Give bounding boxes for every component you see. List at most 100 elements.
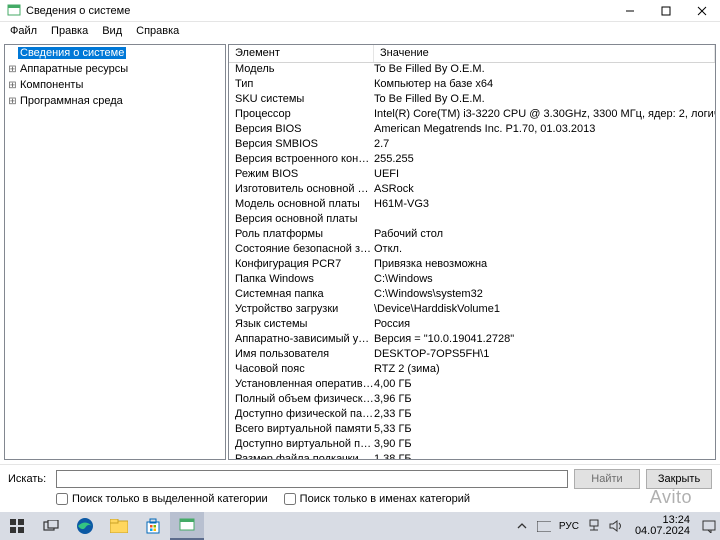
row-value: DESKTOP-7OPS5FH\1 — [374, 348, 715, 363]
start-button[interactable] — [0, 512, 34, 540]
row-key: Тип — [229, 78, 374, 93]
col-value[interactable]: Значение — [374, 45, 715, 62]
table-row[interactable]: Изготовитель основной платыASRock — [229, 183, 715, 198]
row-key: Доступно виртуальной памяти — [229, 438, 374, 453]
row-key: Версия SMBIOS — [229, 138, 374, 153]
table-row[interactable]: Состояние безопасной загруз...Откл. — [229, 243, 715, 258]
expander-icon[interactable]: ⊞ — [7, 64, 18, 75]
table-row[interactable]: Имя пользователяDESKTOP-7OPS5FH\1 — [229, 348, 715, 363]
table-row[interactable]: Версия SMBIOS2.7 — [229, 138, 715, 153]
row-value: 2.7 — [374, 138, 715, 153]
search-input[interactable] — [56, 470, 568, 488]
network-icon[interactable] — [587, 519, 601, 533]
row-value: UEFI — [374, 168, 715, 183]
checkbox-input[interactable] — [284, 493, 296, 505]
table-row[interactable]: Системная папкаC:\Windows\system32 — [229, 288, 715, 303]
row-value: ASRock — [374, 183, 715, 198]
tree-item-software[interactable]: ⊞ Программная среда — [5, 93, 225, 109]
window-title: Сведения о системе — [26, 5, 612, 17]
row-key: Часовой пояс — [229, 363, 374, 378]
table-row[interactable]: Установленная оперативная п...4,00 ГБ — [229, 378, 715, 393]
menu-edit[interactable]: Правка — [45, 24, 94, 38]
row-value: Компьютер на базе x64 — [374, 78, 715, 93]
titlebar: Сведения о системе — [0, 0, 720, 22]
checkbox-category-names[interactable]: Поиск только в именах категорий — [284, 493, 470, 505]
explorer-icon[interactable] — [102, 512, 136, 540]
table-row[interactable]: SKU системыTo Be Filled By O.E.M. — [229, 93, 715, 108]
row-value: 1,38 ГБ — [374, 453, 715, 459]
data-body[interactable]: МодельTo Be Filled By O.E.M.ТипКомпьютер… — [229, 63, 715, 459]
checkbox-selected-category[interactable]: Поиск только в выделенной категории — [56, 493, 268, 505]
row-value: \Device\HarddiskVolume1 — [374, 303, 715, 318]
table-row[interactable]: ПроцессорIntel(R) Core(TM) i3-3220 CPU @… — [229, 108, 715, 123]
row-value: 255.255 — [374, 153, 715, 168]
table-row[interactable]: Аппаратно-зависимый уровен...Версия = "1… — [229, 333, 715, 348]
find-button[interactable]: Найти — [574, 469, 640, 489]
notifications-icon[interactable] — [702, 519, 716, 533]
tree-item-hardware[interactable]: ⊞ Аппаратные ресурсы — [5, 61, 225, 77]
row-value: C:\Windows\system32 — [374, 288, 715, 303]
row-key: Системная папка — [229, 288, 374, 303]
search-label: Искать: — [8, 473, 50, 485]
table-row[interactable]: МодельTo Be Filled By O.E.M. — [229, 63, 715, 78]
row-value: To Be Filled By O.E.M. — [374, 63, 715, 78]
table-row[interactable]: Всего виртуальной памяти5,33 ГБ — [229, 423, 715, 438]
col-element[interactable]: Элемент — [229, 45, 374, 62]
table-row[interactable]: Версия BIOSAmerican Megatrends Inc. P1.7… — [229, 123, 715, 138]
volume-icon[interactable] — [609, 519, 623, 533]
row-key: Модель основной платы — [229, 198, 374, 213]
row-key: Полный объем физической па... — [229, 393, 374, 408]
tree-item-root[interactable]: Сведения о системе — [5, 45, 225, 61]
table-row[interactable]: Папка WindowsC:\Windows — [229, 273, 715, 288]
data-panel: Элемент Значение МодельTo Be Filled By O… — [228, 44, 716, 460]
table-row[interactable]: Доступно виртуальной памяти3,90 ГБ — [229, 438, 715, 453]
table-row[interactable]: Модель основной платыH61M-VG3 — [229, 198, 715, 213]
menu-help[interactable]: Справка — [130, 24, 185, 38]
row-value: Intel(R) Core(TM) i3-3220 CPU @ 3.30GHz,… — [374, 108, 715, 123]
row-value: 5,33 ГБ — [374, 423, 715, 438]
row-key: Доступно физической памяти — [229, 408, 374, 423]
row-value: Россия — [374, 318, 715, 333]
expander-icon[interactable]: ⊞ — [7, 80, 18, 91]
row-key: Язык системы — [229, 318, 374, 333]
close-search-button[interactable]: Закрыть — [646, 469, 712, 489]
msinfo-taskbar-icon[interactable] — [170, 512, 204, 540]
table-row[interactable]: Режим BIOSUEFI — [229, 168, 715, 183]
row-value: American Megatrends Inc. P1.70, 01.03.20… — [374, 123, 715, 138]
row-key: Роль платформы — [229, 228, 374, 243]
table-row[interactable]: Конфигурация PCR7Привязка невозможна — [229, 258, 715, 273]
menu-view[interactable]: Вид — [96, 24, 128, 38]
table-row[interactable]: Полный объем физической па...3,96 ГБ — [229, 393, 715, 408]
tree-item-components[interactable]: ⊞ Компоненты — [5, 77, 225, 93]
watermark: Avito — [650, 487, 692, 508]
clock[interactable]: 13:24 04.07.2024 — [631, 515, 694, 537]
row-key: Папка Windows — [229, 273, 374, 288]
store-icon[interactable] — [136, 512, 170, 540]
expander-icon[interactable]: ⊞ — [7, 96, 18, 107]
table-row[interactable]: ТипКомпьютер на базе x64 — [229, 78, 715, 93]
close-button[interactable] — [684, 0, 720, 22]
keyboard-icon[interactable] — [537, 519, 551, 533]
tray-chevron-icon[interactable] — [515, 519, 529, 533]
checkbox-input[interactable] — [56, 493, 68, 505]
table-row[interactable]: Версия основной платы — [229, 213, 715, 228]
taskview-button[interactable] — [34, 512, 68, 540]
minimize-button[interactable] — [612, 0, 648, 22]
row-key: Модель — [229, 63, 374, 78]
taskbar: РУС 13:24 04.07.2024 — [0, 512, 720, 540]
maximize-button[interactable] — [648, 0, 684, 22]
table-row[interactable]: Размер файла подкачки1,38 ГБ — [229, 453, 715, 459]
table-row[interactable]: Язык системыРоссия — [229, 318, 715, 333]
table-row[interactable]: Устройство загрузки\Device\HarddiskVolum… — [229, 303, 715, 318]
table-row[interactable]: Доступно физической памяти2,33 ГБ — [229, 408, 715, 423]
edge-icon[interactable] — [68, 512, 102, 540]
menu-file[interactable]: Файл — [4, 24, 43, 38]
table-row[interactable]: Роль платформыРабочий стол — [229, 228, 715, 243]
table-row[interactable]: Версия встроенного контролл...255.255 — [229, 153, 715, 168]
row-value — [374, 213, 715, 228]
row-key: Аппаратно-зависимый уровен... — [229, 333, 374, 348]
row-key: Процессор — [229, 108, 374, 123]
language-indicator[interactable]: РУС — [559, 521, 579, 532]
table-row[interactable]: Часовой поясRTZ 2 (зима) — [229, 363, 715, 378]
app-icon — [6, 3, 22, 19]
